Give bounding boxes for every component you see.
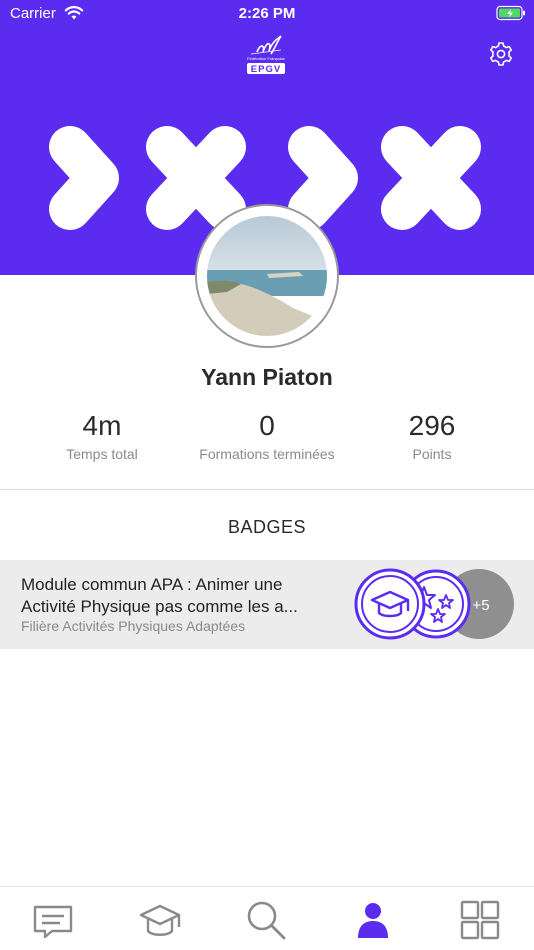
tab-trainings-icon[interactable]	[139, 899, 181, 941]
cross-icon	[381, 126, 481, 230]
epgv-logo[interactable]: Fédération Française EPGV	[241, 32, 291, 78]
stat-value: 296	[408, 410, 456, 441]
svg-text:Fédération Française: Fédération Française	[247, 56, 286, 61]
more-badges-count: +5	[472, 597, 489, 614]
section-divider	[0, 489, 534, 490]
cross-icon	[146, 126, 246, 230]
nav-bar: Fédération Française EPGV	[0, 28, 534, 82]
avatar[interactable]	[207, 216, 327, 336]
settings-gear-icon[interactable]	[488, 41, 514, 67]
chevron-right-icon	[49, 126, 119, 230]
chevron-right-icon	[288, 126, 358, 230]
tab-more-grid-icon[interactable]	[459, 899, 501, 941]
tab-profile-icon[interactable]	[352, 899, 394, 941]
badge-item-subtitle: Filière Activités Physiques Adaptées	[21, 618, 246, 634]
stat-completed-trainings: 0 Formations terminées	[178, 410, 356, 462]
status-time: 2:26 PM	[238, 5, 296, 22]
bottom-tab-bar	[0, 886, 534, 950]
stat-points: 296 Points	[343, 410, 521, 462]
stat-label: Formations terminées	[199, 446, 335, 462]
badge-icons: +5	[354, 568, 514, 640]
profile-name: Yann Piaton	[201, 364, 333, 390]
badges-section-title: BADGES	[227, 517, 307, 537]
stat-total-time: 4m Temps total	[13, 410, 191, 462]
avatar-photo	[207, 216, 327, 336]
tab-messages-icon[interactable]	[32, 899, 74, 941]
badge-item-title-line2: Activité Physique pas comme les a...	[21, 597, 298, 616]
battery-icon	[496, 5, 525, 21]
stat-value: 0	[259, 410, 275, 441]
stat-value: 4m	[82, 410, 122, 441]
badge-list-item[interactable]: Module commun APA : Animer une Activité …	[0, 560, 534, 649]
stat-label: Points	[412, 446, 452, 462]
svg-text:EPGV: EPGV	[251, 64, 281, 75]
stat-label: Temps total	[66, 446, 138, 462]
status-bar: Carrier 2:26 PM	[0, 0, 534, 28]
tab-search-icon[interactable]	[245, 899, 287, 941]
graduation-cap-badge-icon	[354, 568, 426, 640]
badge-item-title-line1: Module commun APA : Animer une	[21, 575, 283, 594]
